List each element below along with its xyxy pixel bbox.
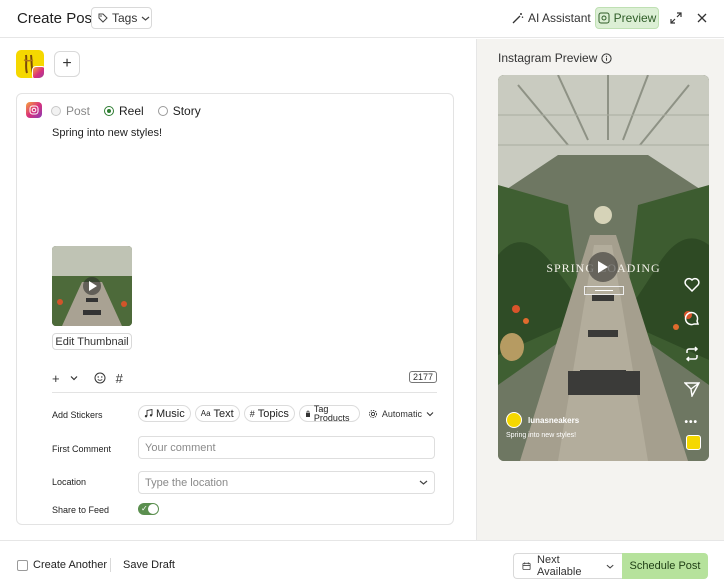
reel-user: lunasneakers xyxy=(506,412,579,428)
divider xyxy=(52,392,437,393)
preview-panel: Instagram Preview SPRING LOADING lunasne… xyxy=(476,39,724,540)
play-icon[interactable] xyxy=(588,252,618,282)
next-available-select[interactable]: Next Available xyxy=(513,553,622,579)
instagram-reel-preview: SPRING LOADING lunasneakers Spring into … xyxy=(498,75,709,461)
audio-avatar[interactable] xyxy=(686,435,701,450)
comment-icon[interactable] xyxy=(683,310,701,328)
insert-plus-button[interactable]: + xyxy=(52,370,60,386)
instagram-icon xyxy=(32,66,44,78)
video-thumbnail[interactable] xyxy=(52,246,132,326)
sticker-text[interactable]: Aa Text xyxy=(194,405,240,422)
add-account-button[interactable]: + xyxy=(54,51,80,77)
first-comment-label: First Comment xyxy=(52,444,112,454)
divider xyxy=(110,558,111,572)
first-comment-input[interactable]: Your comment xyxy=(138,436,435,459)
hashtag-button[interactable]: # xyxy=(116,370,123,386)
hashtag-icon: # xyxy=(249,408,255,419)
instagram-icon xyxy=(26,102,42,118)
sticker-chips: Music Aa Text # Topics Tag Products Auto… xyxy=(138,404,434,422)
reel-overlay-box xyxy=(584,286,624,295)
music-icon xyxy=(144,409,153,418)
page-title: Create Post xyxy=(17,10,97,27)
chevron-down-icon xyxy=(141,16,150,21)
gear-icon xyxy=(368,409,377,418)
reel-caption: Spring into new styles! xyxy=(506,432,577,439)
post-type-reel[interactable]: Reel xyxy=(104,104,144,118)
preview-panel-title: Instagram Preview xyxy=(498,51,612,65)
location-label: Location xyxy=(52,477,87,487)
check-icon: ✓ xyxy=(141,504,148,513)
sticker-topics[interactable]: # Topics xyxy=(243,405,295,422)
post-type-selector: Post Reel Story xyxy=(51,104,201,118)
expand-icon[interactable] xyxy=(668,10,684,26)
text-icon: Aa xyxy=(200,409,211,418)
account-avatar[interactable] xyxy=(16,50,44,78)
location-input[interactable]: Type the location xyxy=(138,471,435,494)
magic-wand-icon xyxy=(512,13,524,24)
caption-text[interactable]: Spring into new styles! xyxy=(52,127,162,139)
editor-toolbar: + # 2177 xyxy=(52,368,437,388)
share-icon[interactable] xyxy=(683,380,701,398)
create-another-label[interactable]: Create Another xyxy=(33,559,107,571)
tag-product-icon xyxy=(305,410,310,417)
close-icon[interactable] xyxy=(694,10,710,26)
schedule-post-button[interactable]: Schedule Post xyxy=(622,553,708,579)
tags-label: Tags xyxy=(112,11,138,25)
reel-actions xyxy=(683,275,701,398)
chevron-down-icon xyxy=(419,480,428,485)
footer: Create Another Save Draft Next Available… xyxy=(0,540,724,585)
username[interactable]: lunasneakers xyxy=(528,416,579,425)
preview-button[interactable]: Preview xyxy=(595,7,659,29)
heart-icon[interactable] xyxy=(683,275,701,293)
ai-assistant-label: AI Assistant xyxy=(528,11,591,25)
more-icon[interactable]: ••• xyxy=(684,417,698,428)
sticker-tag-products[interactable]: Tag Products xyxy=(298,404,360,422)
ai-assistant-button[interactable]: AI Assistant xyxy=(512,8,591,28)
save-draft-button[interactable]: Save Draft xyxy=(123,559,175,571)
post-editor-card: Post Reel Story Spring into new styles! … xyxy=(16,93,454,525)
composer-panel: + Post Reel Story Spring into new styles… xyxy=(0,39,476,540)
chevron-down-icon[interactable] xyxy=(70,370,78,386)
character-count: 2177 xyxy=(408,371,437,383)
emoji-icon[interactable] xyxy=(94,370,106,386)
eye-icon xyxy=(598,12,610,24)
preview-label: Preview xyxy=(613,11,657,25)
post-type-story[interactable]: Story xyxy=(157,104,201,118)
edit-thumbnail-button[interactable]: Edit Thumbnail xyxy=(52,333,132,350)
chevron-down-icon xyxy=(426,411,434,416)
post-type-post[interactable]: Post xyxy=(51,104,90,118)
tags-button[interactable]: Tags xyxy=(91,7,152,29)
header: Create Post Tags AI Assistant Preview xyxy=(0,0,724,38)
greenhouse-image xyxy=(52,246,132,326)
sticker-music[interactable]: Music xyxy=(138,405,191,422)
chevron-down-icon xyxy=(606,564,614,569)
share-to-feed-toggle[interactable]: ✓ xyxy=(138,503,159,515)
create-another-checkbox[interactable] xyxy=(17,560,28,571)
tag-icon xyxy=(98,13,108,23)
share-to-feed-label: Share to Feed xyxy=(52,505,110,515)
info-icon[interactable] xyxy=(601,52,612,64)
avatar[interactable] xyxy=(506,412,522,428)
calendar-icon xyxy=(522,562,531,571)
add-stickers-label: Add Stickers xyxy=(52,410,103,420)
repost-icon[interactable] xyxy=(683,345,701,363)
sticker-mode-select[interactable]: Automatic xyxy=(368,409,434,419)
